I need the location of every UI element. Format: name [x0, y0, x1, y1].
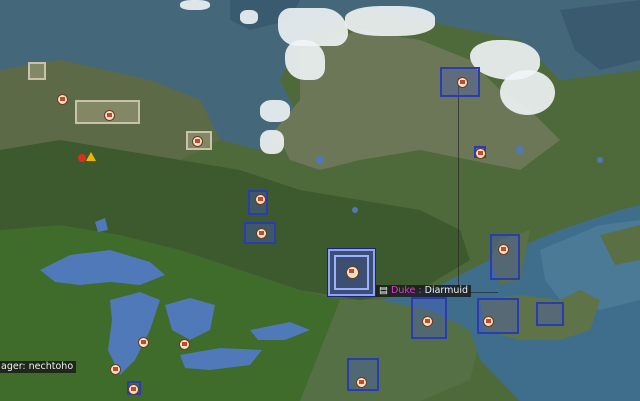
- player-rank: Duke: [391, 285, 416, 296]
- world-map[interactable]: ▤ Duke : Diarmuid ager: nechtoho: [0, 0, 640, 401]
- route-line: [458, 78, 459, 293]
- fire-icon[interactable]: [78, 154, 86, 162]
- town-marker-icon[interactable]: [422, 316, 433, 327]
- town-marker-icon[interactable]: [57, 94, 68, 105]
- chest-icon: ▤: [379, 285, 388, 296]
- player-separator: :: [418, 285, 422, 296]
- player-nameplate[interactable]: ▤ Duke : Diarmuid: [376, 285, 472, 297]
- villager-nameplate[interactable]: ager: nechtoho: [0, 361, 77, 373]
- town-marker-icon[interactable]: [475, 148, 486, 159]
- town-marker-icon[interactable]: [457, 77, 468, 88]
- town-marker-icon[interactable]: [256, 228, 267, 239]
- snow-field: [345, 6, 435, 36]
- neutral-claim[interactable]: [28, 62, 46, 80]
- territory-claim[interactable]: [536, 302, 564, 326]
- warning-icon[interactable]: [86, 152, 96, 161]
- town-marker-icon[interactable]: [192, 136, 203, 147]
- villager-label: ager: nechtoho: [1, 361, 74, 372]
- snow-field: [260, 100, 290, 122]
- town-marker-icon[interactable]: [498, 244, 509, 255]
- town-marker-icon[interactable]: [104, 110, 115, 121]
- snow-field: [260, 130, 284, 154]
- snow-field: [285, 40, 325, 80]
- snow-field: [278, 8, 348, 46]
- town-marker-icon[interactable]: [356, 377, 367, 388]
- town-marker-icon[interactable]: [483, 316, 494, 327]
- town-marker-icon[interactable]: [138, 337, 149, 348]
- town-marker-icon[interactable]: [179, 339, 190, 350]
- town-marker-icon[interactable]: [110, 364, 121, 375]
- town-marker-icon[interactable]: [346, 266, 359, 279]
- town-marker-icon[interactable]: [255, 194, 266, 205]
- territory-claim[interactable]: [490, 234, 520, 280]
- snow-field: [240, 10, 258, 24]
- snow-field: [180, 0, 210, 10]
- player-name: Diarmuid: [424, 285, 469, 296]
- town-marker-icon[interactable]: [128, 384, 139, 395]
- territory-claim[interactable]: [477, 298, 519, 334]
- snow-field: [500, 70, 555, 115]
